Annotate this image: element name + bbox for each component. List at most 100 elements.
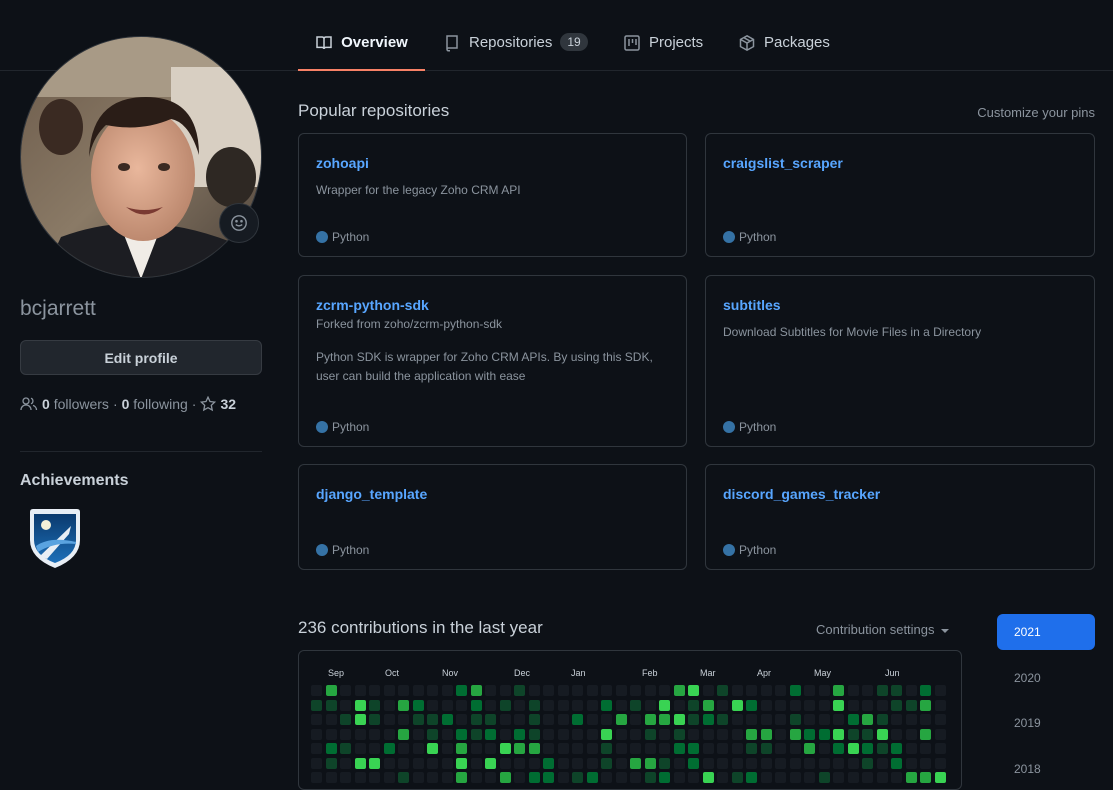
contribution-day-cell: [920, 772, 931, 783]
contribution-day-cell: [775, 743, 786, 754]
tab-overview[interactable]: Overview: [298, 18, 425, 71]
tab-packages[interactable]: Packages: [738, 18, 830, 70]
contribution-day-cell: [833, 757, 844, 769]
contribution-day-cell: [688, 685, 699, 696]
contribution-day-cell: [572, 743, 583, 754]
contribution-day-cell: [905, 728, 917, 740]
contribution-day-cell: [398, 685, 409, 696]
contribution-day-cell: [702, 772, 714, 783]
contribution-day-cell: [920, 743, 931, 754]
contribution-day-cell: [572, 728, 583, 740]
contribution-day-cell: [630, 757, 641, 769]
tab-repositories[interactable]: Repositories 19: [443, 18, 588, 70]
contribution-day-cell: [470, 685, 482, 696]
followers-link[interactable]: 0 followers: [42, 396, 109, 412]
following-link[interactable]: 0 following: [122, 396, 188, 412]
contribution-day-cell: [427, 728, 438, 740]
repo-name-link[interactable]: zcrm-python-sdk: [316, 297, 669, 313]
contribution-day-cell: [543, 685, 554, 696]
contribution-day-cell: [398, 728, 409, 740]
contribution-day-cell: [702, 699, 714, 711]
contribution-day-cell: [354, 772, 366, 783]
contribution-day-cell: [427, 743, 438, 754]
project-icon: [624, 35, 640, 51]
year-button-2020[interactable]: 2020: [997, 660, 1095, 696]
arctic-code-vault-icon: [30, 509, 80, 568]
repo-description: Wrapper for the legacy Zoho CRM API: [316, 183, 521, 197]
month-label: Feb: [642, 668, 658, 678]
customize-pins-link[interactable]: Customize your pins: [977, 105, 1095, 120]
achievement-badge[interactable]: [26, 506, 84, 570]
followers-count: 0: [42, 396, 50, 412]
contribution-settings-dropdown[interactable]: Contribution settings: [816, 622, 950, 637]
contribution-day-cell: [354, 728, 366, 740]
contribution-day-cell: [340, 772, 351, 783]
stars-link[interactable]: 32: [200, 396, 236, 412]
contribution-day-cell: [775, 757, 786, 769]
contribution-day-cell: [818, 772, 830, 783]
contribution-day-cell: [470, 728, 482, 740]
contribution-day-cell: [847, 728, 859, 740]
repo-name-link[interactable]: craigslist_scraper: [723, 155, 1077, 171]
contribution-day-cell: [746, 685, 757, 696]
contribution-day-cell: [630, 714, 641, 725]
year-button-2021[interactable]: 2021: [997, 614, 1095, 650]
language-color-dot: [723, 231, 735, 243]
repo-name-link[interactable]: django_template: [316, 486, 669, 502]
contribution-day-cell: [601, 699, 612, 711]
contribution-settings-label: Contribution settings: [816, 622, 935, 637]
contribution-day-cell: [891, 714, 902, 725]
contribution-day-cell: [731, 699, 743, 711]
repo-name-link[interactable]: subtitles: [723, 297, 1077, 313]
contribution-day-cell: [615, 685, 627, 696]
contribution-day-cell: [876, 757, 888, 769]
contribution-day-cell: [630, 772, 641, 783]
contribution-day-cell: [673, 743, 685, 754]
contribution-day-cell: [514, 772, 525, 783]
contribution-day-cell: [528, 685, 540, 696]
repo-card: zcrm-python-sdk Forked from zoho/zcrm-py…: [298, 275, 687, 447]
contribution-day-cell: [789, 772, 801, 783]
month-label: Sep: [328, 668, 345, 678]
contribution-day-cell: [891, 772, 902, 783]
contribution-day-cell: [340, 728, 351, 740]
contribution-day-cell: [818, 699, 830, 711]
contribution-day-cell: [311, 728, 322, 740]
contribution-day-cell: [311, 757, 322, 769]
contribution-day-cell: [514, 714, 525, 725]
year-button-2018[interactable]: 2018: [997, 751, 1095, 787]
contribution-day-cell: [920, 699, 931, 711]
contribution-day-cell: [746, 757, 757, 769]
contribution-day-cell: [441, 757, 453, 769]
contribution-day-cell: [804, 757, 815, 769]
repo-name-link[interactable]: discord_games_tracker: [723, 486, 1077, 502]
contribution-day-cell: [659, 757, 670, 769]
year-button-2019[interactable]: 2019: [997, 705, 1095, 741]
set-status-button[interactable]: [219, 203, 259, 243]
contribution-day-cell: [340, 714, 351, 725]
tab-projects[interactable]: Projects: [623, 18, 703, 70]
following-count: 0: [121, 396, 130, 412]
avatar[interactable]: [20, 36, 262, 278]
edit-profile-button[interactable]: Edit profile: [20, 340, 262, 375]
contribution-day-cell: [775, 772, 786, 783]
contribution-day-cell: [702, 714, 714, 725]
contribution-day-cell: [572, 772, 583, 783]
contribution-day-cell: [905, 714, 917, 725]
repo-language: Python: [723, 543, 776, 557]
repo-name-link[interactable]: zohoapi: [316, 155, 669, 171]
contribution-day-cell: [673, 772, 685, 783]
contribution-day-cell: [499, 743, 511, 754]
contribution-day-cell: [557, 743, 569, 754]
month-label: Oct: [385, 668, 400, 678]
contribution-day-cell: [412, 714, 424, 725]
contribution-day-cell: [934, 757, 946, 769]
contribution-day-cell: [340, 685, 351, 696]
forked-from-label[interactable]: Forked from zoho/zcrm-python-sdk: [316, 317, 669, 331]
contribution-day-cell: [601, 757, 612, 769]
repo-card: django_template Python: [298, 464, 687, 570]
contribution-day-cell: [717, 757, 728, 769]
contribution-day-cell: [311, 743, 322, 754]
contribution-day-cell: [311, 699, 322, 711]
contribution-day-cell: [644, 743, 656, 754]
